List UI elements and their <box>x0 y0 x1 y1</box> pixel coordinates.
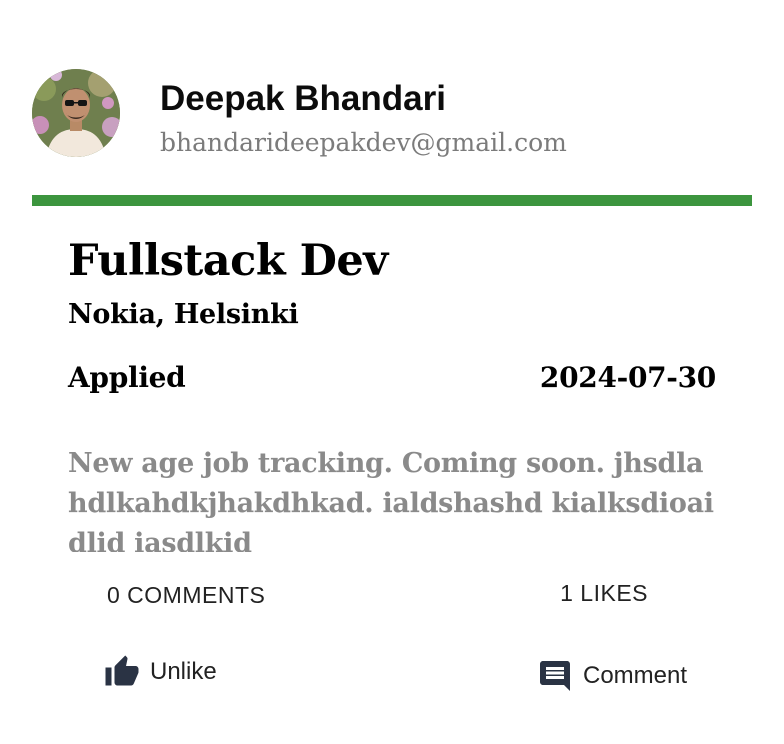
application-status: Applied <box>68 361 186 394</box>
avatar <box>32 69 120 157</box>
company-location: Nokia, Helsinki <box>68 299 299 330</box>
job-description: New age job tracking. Coming soon. jhsdl… <box>68 448 714 552</box>
user-name: Deepak Bhandari <box>160 79 446 118</box>
job-title: Fullstack Dev <box>68 236 388 286</box>
job-card: Deepak Bhandari bhandarideepakdev@gmail.… <box>0 0 784 744</box>
comments-count[interactable]: 0 COMMENTS <box>107 580 265 610</box>
user-email: bhandarideepakdev@gmail.com <box>160 128 567 157</box>
comment-icon <box>540 661 570 691</box>
avatar-image <box>32 69 120 157</box>
unlike-button[interactable]: Unlike <box>104 652 217 692</box>
application-date: 2024-07-30 <box>539 361 716 394</box>
card-header: Deepak Bhandari bhandarideepakdev@gmail.… <box>32 69 752 159</box>
likes-count[interactable]: 1 LIKES <box>560 578 648 608</box>
status-accent-bar <box>32 195 752 206</box>
unlike-label: Unlike <box>150 658 217 685</box>
comment-button[interactable]: Comment <box>537 656 687 696</box>
thumbs-up-icon <box>105 655 139 686</box>
comment-label: Comment <box>583 662 688 689</box>
